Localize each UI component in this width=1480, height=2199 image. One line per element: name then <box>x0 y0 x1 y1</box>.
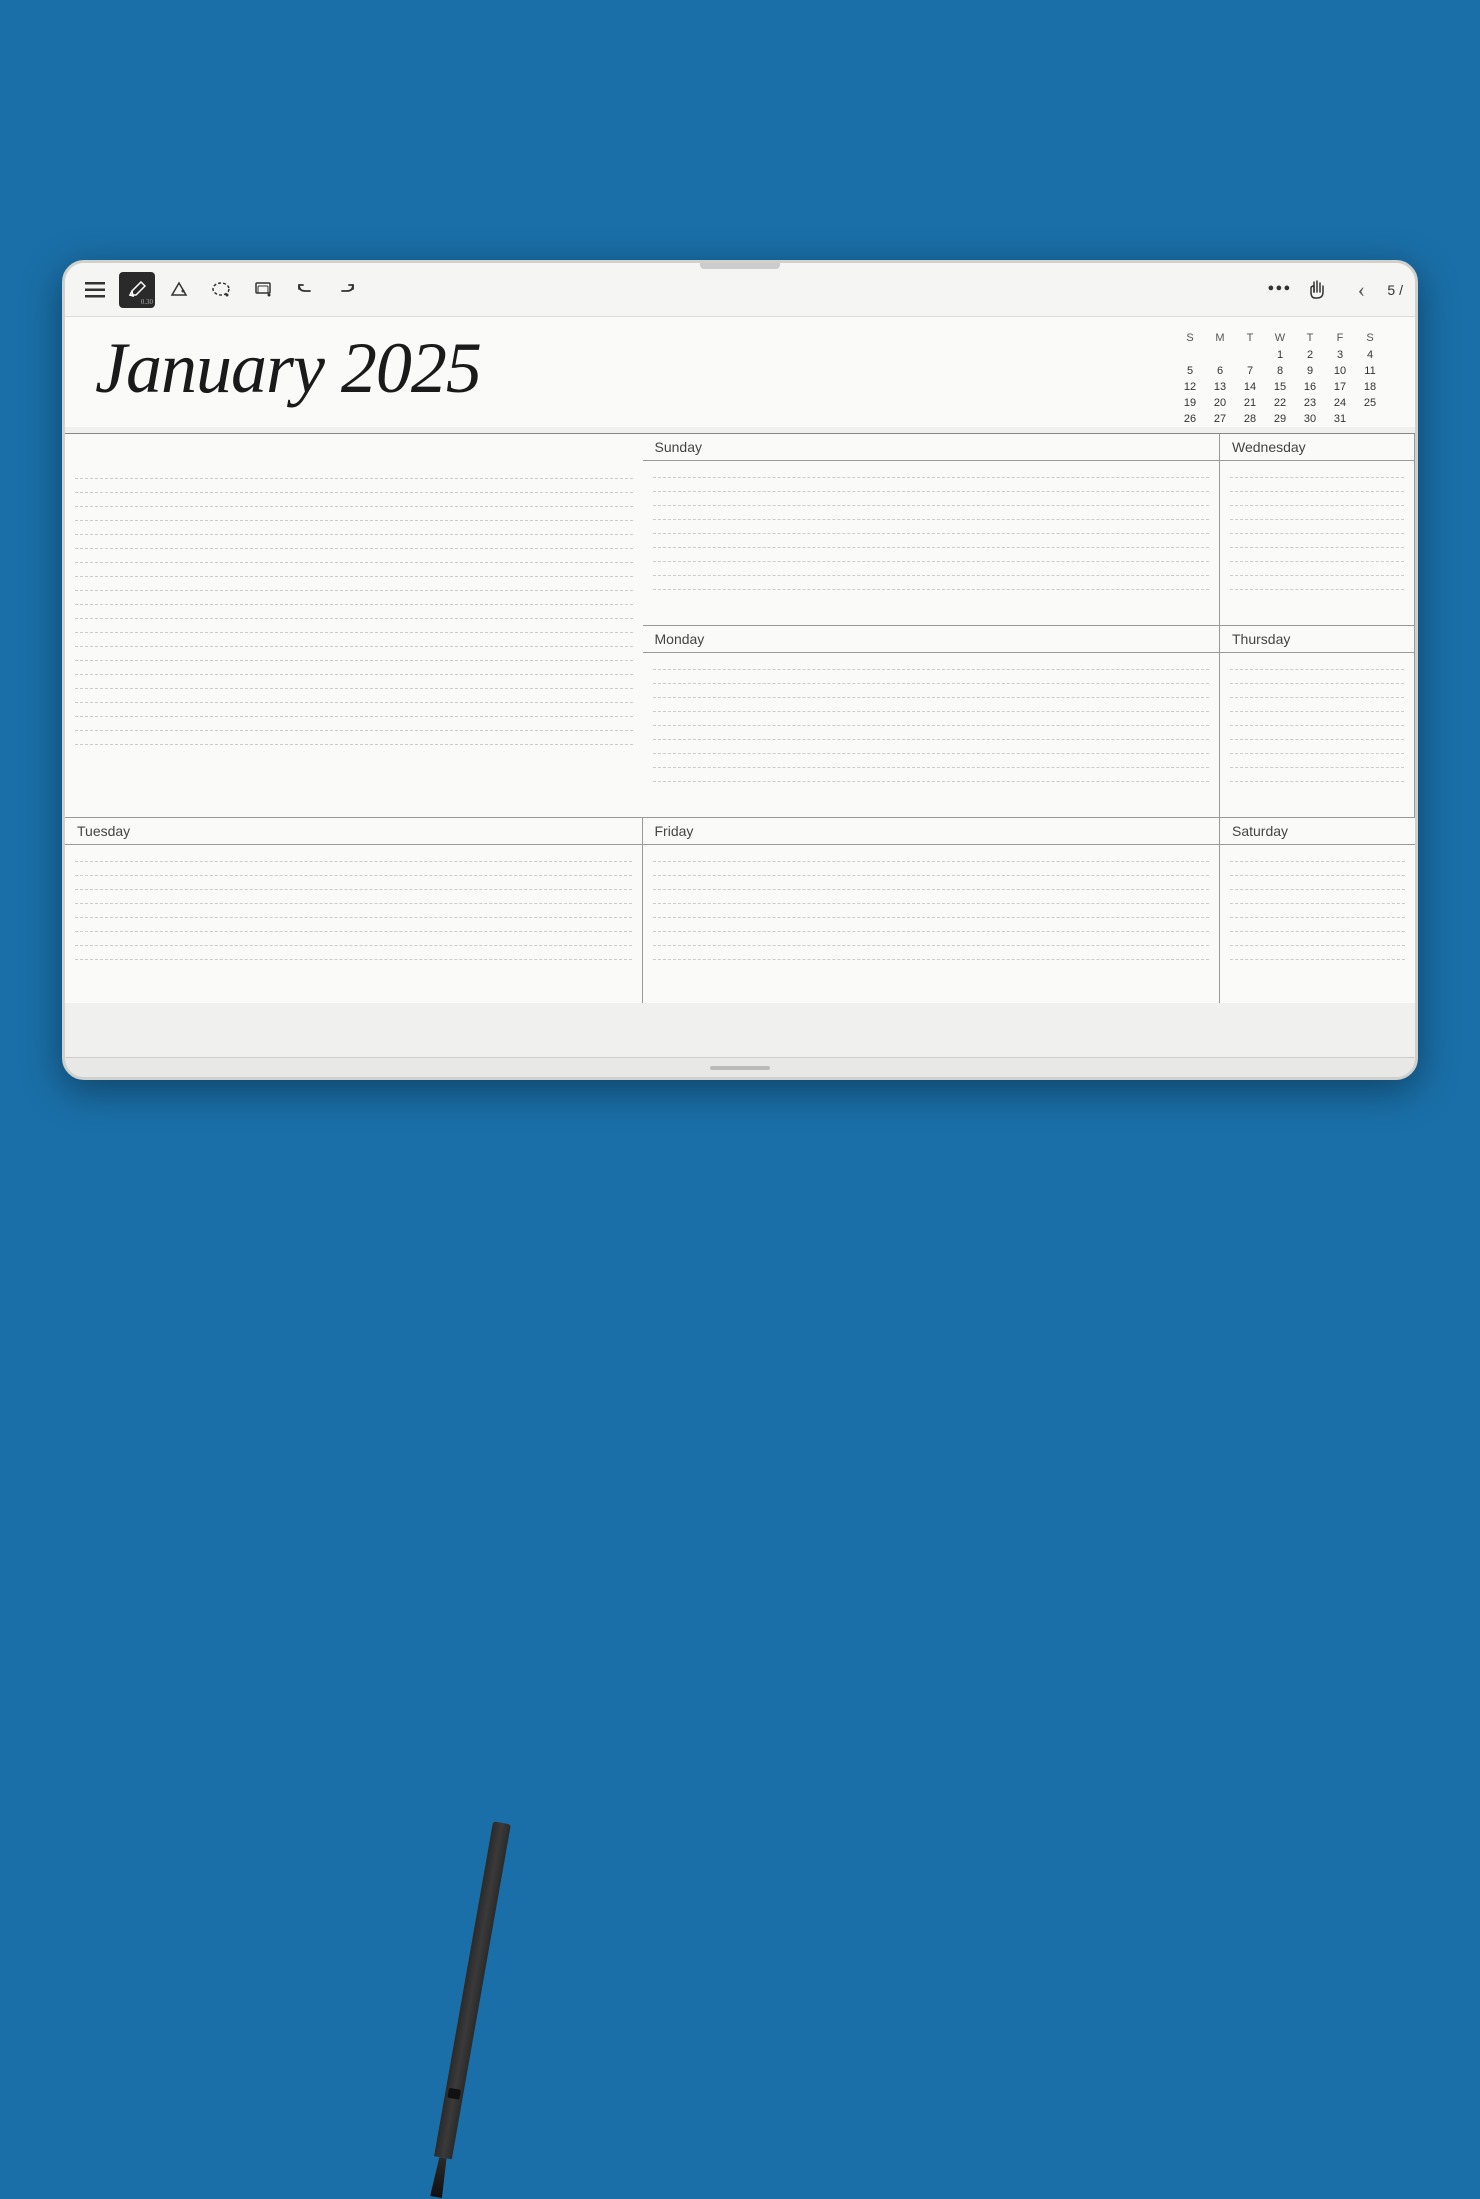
device-top-bar <box>700 263 780 269</box>
mini-cal-week-2: 5 6 7 8 9 10 11 <box>1175 363 1385 379</box>
stylus-button[interactable] <box>447 2088 461 2100</box>
tuesday-cell: Tuesday <box>65 818 643 1003</box>
mini-cal-days-header: S M T W T F S <box>1175 331 1385 345</box>
more-options-button[interactable]: ••• <box>1267 278 1291 301</box>
month-title: January 2025 <box>95 327 1175 410</box>
pen-size-label: 0.30 <box>141 298 153 306</box>
sunday-label: Sunday <box>643 434 1220 461</box>
friday-cell: Friday <box>643 818 1221 1003</box>
menu-icon[interactable] <box>77 272 113 308</box>
mini-cal-week-3: 12 13 14 15 16 17 18 <box>1175 379 1385 395</box>
wednesday-cell: Wednesday <box>1220 434 1415 626</box>
mini-cal-week-4: 19 20 21 22 23 24 25 <box>1175 395 1385 411</box>
wednesday-label: Wednesday <box>1220 434 1414 461</box>
saturday-label: Saturday <box>1220 818 1415 845</box>
friday-label: Friday <box>643 818 1220 845</box>
toolbar: 0.30 <box>65 263 1415 317</box>
mini-cal-week-5: 26 27 28 29 30 31 <box>1175 411 1385 427</box>
notes-top-right <box>65 434 643 818</box>
monday-cell: Monday <box>643 626 1221 818</box>
week-grid: Sunday Wed <box>65 433 1415 1003</box>
eraser-icon[interactable] <box>245 272 281 308</box>
saturday-cell: Saturday <box>1220 818 1415 1003</box>
planner-header: January 2025 S M T W T F S 1 2 <box>65 317 1415 427</box>
pen-icon[interactable]: 0.30 <box>119 272 155 308</box>
sunday-cell: Sunday <box>643 434 1221 626</box>
thursday-label: Thursday <box>1220 626 1414 653</box>
undo-icon[interactable] <box>287 272 323 308</box>
device-bottom-bar <box>65 1057 1415 1077</box>
page-number: 5 / <box>1387 282 1403 298</box>
mini-cal-week-1: 1 2 3 4 <box>1175 347 1385 363</box>
stylus <box>427 1821 511 2198</box>
lasso-icon[interactable] <box>203 272 239 308</box>
device-frame: 0.30 <box>62 260 1418 1080</box>
redo-icon[interactable] <box>329 272 365 308</box>
toolbar-right: ••• ‹ 5 / <box>1267 272 1403 308</box>
planner-content: January 2025 S M T W T F S 1 2 <box>65 317 1415 1077</box>
hand-tool-icon[interactable] <box>1299 272 1335 308</box>
thursday-cell: Thursday <box>1220 626 1415 818</box>
stylus-body <box>434 1821 511 2159</box>
shape-icon[interactable] <box>161 272 197 308</box>
tuesday-label: Tuesday <box>65 818 642 845</box>
mini-calendar: S M T W T F S 1 2 3 4 <box>1175 327 1385 427</box>
stylus-tip <box>430 2157 449 2198</box>
device-home-bar <box>710 1066 770 1070</box>
back-button[interactable]: ‹ <box>1343 272 1379 308</box>
monday-label: Monday <box>643 626 1220 653</box>
